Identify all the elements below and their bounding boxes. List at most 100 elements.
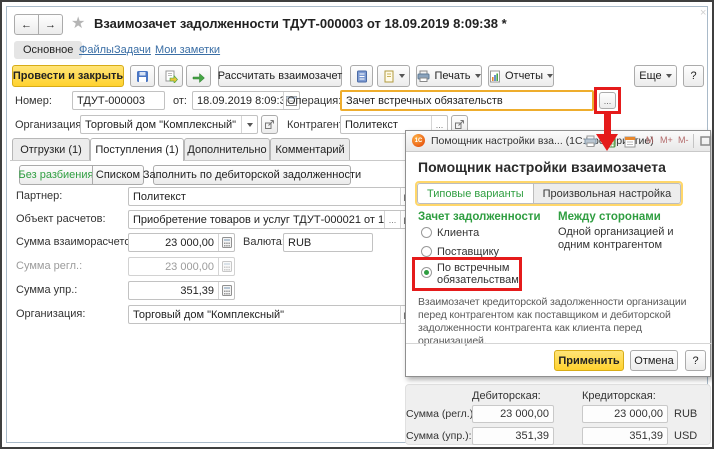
highlight-box-radio: [412, 257, 522, 291]
tab-receipts[interactable]: Поступления (1): [90, 138, 184, 161]
document-clock-icon: [383, 70, 395, 83]
reports-label: Отчеты: [505, 70, 543, 82]
memory-plus-button[interactable]: M+: [660, 135, 673, 145]
dropdown-caret-icon: [547, 74, 553, 78]
close-icon[interactable]: ×: [700, 7, 706, 19]
related-documents-button[interactable]: [377, 65, 410, 87]
as-list-toggle[interactable]: Списком: [92, 165, 144, 185]
document-movements-button[interactable]: [350, 65, 373, 87]
choose-ellipsis-icon[interactable]: ...: [384, 211, 400, 228]
upr-row-label: Сумма (упр.):: [406, 430, 468, 442]
between-text: Одной организацией и одним контрагентом: [558, 226, 700, 252]
open-link-icon: [264, 119, 275, 130]
combo-caret-icon[interactable]: [241, 116, 257, 133]
upr-currency: USD: [674, 430, 697, 442]
create-based-on-button[interactable]: [186, 65, 211, 87]
upr-credit-value: 351,39: [582, 427, 668, 445]
memory-recall-button[interactable]: M: [646, 135, 654, 145]
forward-arrow-icon: →: [45, 19, 56, 31]
print-button[interactable]: Печать: [416, 65, 482, 87]
number-label: Номер:: [15, 95, 52, 107]
reports-button[interactable]: Отчеты: [488, 65, 554, 87]
post-and-close-button[interactable]: Провести и закрыть: [12, 65, 124, 87]
tab-additional[interactable]: Дополнительно: [184, 138, 270, 160]
date-input[interactable]: 18.09.2019 8:09:38: [192, 91, 300, 110]
green-arrow-icon: [192, 70, 206, 83]
credit-header: Кредиторская:: [582, 390, 656, 402]
dialog-tab-group: Типовые варианты Произвольная настройка: [415, 181, 683, 206]
tab-comment[interactable]: Комментарий: [270, 138, 350, 160]
calculator-icon[interactable]: [218, 234, 234, 251]
dropdown-caret-icon: [475, 74, 481, 78]
currency-input[interactable]: RUB: [283, 233, 373, 252]
red-arrow-icon: [595, 114, 619, 152]
help-button[interactable]: ?: [683, 65, 704, 87]
tab-shipments[interactable]: Отгрузки (1): [12, 138, 90, 160]
print-label: Печать: [434, 70, 470, 82]
more-button[interactable]: Еще: [634, 65, 677, 87]
radio-supplier[interactable]: [421, 246, 432, 257]
calendar-icon[interactable]: [622, 134, 638, 148]
currency-label: Валюта:: [243, 236, 285, 248]
open-link-icon: [454, 119, 465, 130]
partner-input[interactable]: Политекст: [128, 187, 417, 206]
save-icon: [136, 70, 149, 83]
back-arrow-icon: ←: [21, 19, 32, 31]
regl-amount-input: 23 000,00: [128, 257, 235, 276]
detail-organization-label: Организация:: [16, 308, 85, 320]
offset-description: Взаимозачет кредиторской задолженности о…: [418, 296, 708, 348]
dialog-title-text: Помощник настройки вза... (1С:Предприяти…: [431, 135, 654, 147]
regl-debit-value: 23 000,00: [472, 405, 554, 423]
organization-label: Организация:: [15, 119, 84, 131]
upr-debit-value: 351,39: [472, 427, 554, 445]
cancel-button[interactable]: Отмена: [630, 350, 678, 371]
regl-amount-label: Сумма регл.:: [16, 260, 82, 272]
dialog-tab-typical[interactable]: Типовые варианты: [417, 183, 534, 204]
upr-amount-input[interactable]: 351,39: [128, 281, 235, 300]
memory-minus-button[interactable]: M-: [678, 135, 689, 145]
maximize-icon[interactable]: [697, 134, 713, 148]
printer-icon: [417, 70, 430, 82]
save-button[interactable]: [130, 65, 155, 87]
forward-button[interactable]: →: [38, 14, 63, 35]
operation-input[interactable]: Зачет встречных обязательств: [340, 90, 594, 111]
mutual-amount-label: Сумма взаиморасчетов:: [16, 236, 139, 248]
main-window: ← → ★ Взаимозачет задолженности ТДУТ-000…: [0, 0, 714, 449]
number-input[interactable]: ТДУТ-000003: [72, 91, 165, 110]
tab-label: Дополнительно: [187, 144, 266, 156]
date-label: от:: [173, 95, 187, 107]
calculator-icon[interactable]: [218, 282, 234, 299]
nav-item-notes[interactable]: Мои заметки: [155, 44, 220, 56]
organization-combo[interactable]: Торговый дом "Комплексный": [80, 115, 258, 134]
back-button[interactable]: ←: [14, 14, 39, 35]
between-section-header: Между сторонами: [558, 211, 661, 223]
nav-item-tasks[interactable]: Задачи: [114, 44, 151, 56]
post-document-button[interactable]: [158, 65, 183, 87]
assistant-dialog: 1С Помощник настройки вза... (1С:Предпри…: [405, 130, 711, 377]
no-split-toggle[interactable]: Без разбиения: [19, 165, 93, 185]
register-book-icon: [356, 70, 368, 83]
organization-open-button[interactable]: [261, 115, 278, 134]
regl-credit-value: 23 000,00: [582, 405, 668, 423]
contragent-label: Контрагент:: [287, 119, 347, 131]
nav-item-files[interactable]: Файлы: [79, 44, 114, 56]
dialog-titlebar[interactable]: 1С Помощник настройки вза... (1С:Предпри…: [406, 131, 710, 152]
dialog-heading: Помощник настройки взаимозачета: [418, 159, 666, 175]
radio-client-label[interactable]: Клиента: [437, 227, 479, 239]
apply-button[interactable]: Применить: [554, 350, 624, 371]
offset-section-header: Зачет задолженности: [418, 211, 541, 223]
calculate-offset-button[interactable]: Рассчитать взаимозачет: [218, 65, 342, 87]
dialog-help-button[interactable]: ?: [685, 350, 706, 371]
detail-organization-input[interactable]: Торговый дом "Комплексный": [128, 305, 417, 324]
dialog-tab-custom[interactable]: Произвольная настройка: [534, 183, 682, 204]
upr-amount-label: Сумма упр.:: [16, 284, 77, 296]
report-icon: [489, 70, 501, 83]
fill-by-receivables-button[interactable]: Заполнить по дебиторской задолженности: [153, 165, 351, 185]
mutual-amount-input[interactable]: 23 000,00: [128, 233, 235, 252]
favorite-star-icon[interactable]: ★: [71, 13, 85, 33]
regl-currency: RUB: [674, 408, 697, 420]
radio-client[interactable]: [421, 227, 432, 238]
settlement-object-input[interactable]: Приобретение товаров и услуг ТДУТ-000021…: [128, 210, 417, 229]
nav-item-main[interactable]: Основное: [14, 41, 82, 59]
titlebar-divider: [693, 134, 694, 148]
